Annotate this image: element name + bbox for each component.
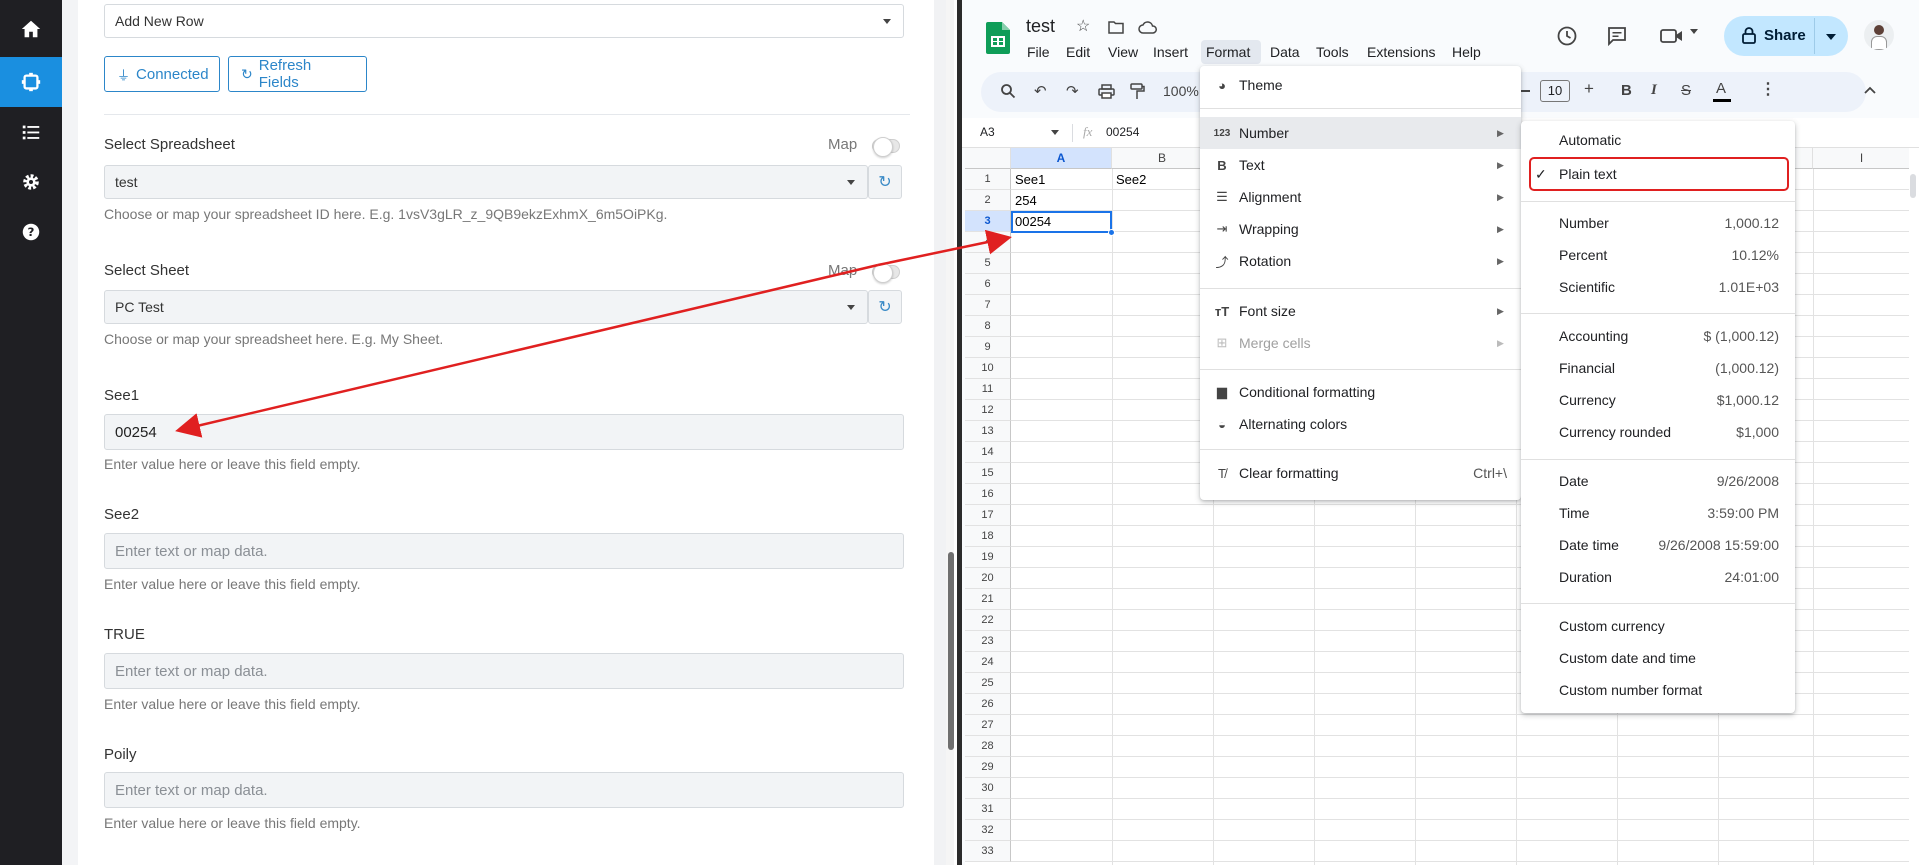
annotation-arrows bbox=[175, 229, 1012, 438]
arrow-to-see1-field bbox=[175, 263, 879, 438]
arrow-to-sheet-cell bbox=[877, 229, 1012, 267]
